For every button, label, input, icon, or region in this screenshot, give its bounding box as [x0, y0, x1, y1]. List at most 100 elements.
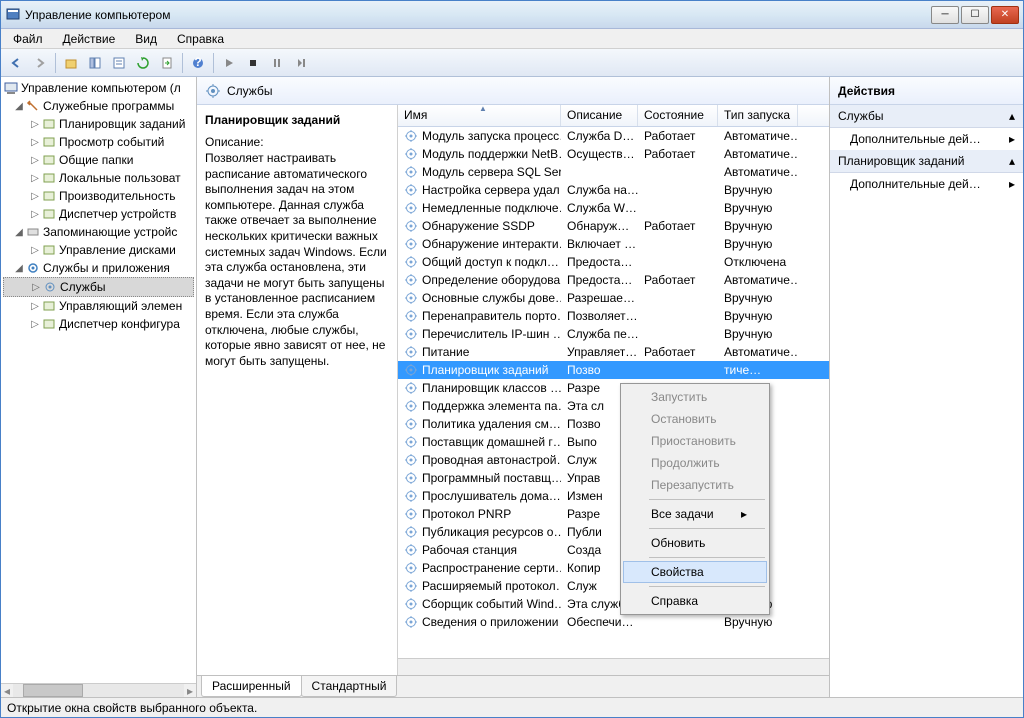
col-state[interactable]: Состояние	[638, 105, 718, 126]
menu-view[interactable]: Вид	[131, 30, 161, 48]
tree-item[interactable]: ▷Службы	[3, 277, 194, 297]
tree-item[interactable]: ▷Общие папки	[3, 151, 194, 169]
expand-icon[interactable]: ▷	[29, 301, 41, 312]
cell-name: Планировщик классов …	[398, 380, 561, 396]
col-description[interactable]: Описание	[561, 105, 638, 126]
tree-item[interactable]: ▷ Диспетчер конфигура	[3, 315, 194, 333]
properties-button[interactable]	[108, 52, 130, 74]
tree-item[interactable]: ▷Просмотр событий	[3, 133, 194, 151]
pause-button[interactable]	[266, 52, 288, 74]
forward-button[interactable]	[29, 52, 51, 74]
cell-startup: тиче…	[718, 362, 798, 378]
menu-help[interactable]: Справка	[173, 30, 228, 48]
restart-button[interactable]	[290, 52, 312, 74]
expand-icon[interactable]: ▷	[29, 119, 41, 130]
refresh-button[interactable]	[132, 52, 154, 74]
main-area: Управление компьютером (л ◢ Служебные пр…	[1, 77, 1023, 697]
service-row[interactable]: Сведения о приложенииОбеспечи…Вручную	[398, 613, 829, 631]
service-row[interactable]: Модуль сервера SQL Ser… Автоматиче…	[398, 163, 829, 181]
expand-icon[interactable]: ▷	[29, 191, 41, 202]
expand-icon[interactable]: ▷	[29, 173, 41, 184]
cell-state: Работает	[638, 272, 718, 288]
collapse-icon[interactable]: ◢	[13, 263, 25, 274]
maximize-button[interactable]: ☐	[961, 6, 989, 24]
tree-group-services[interactable]: ◢ Службы и приложения	[3, 259, 194, 277]
minimize-button[interactable]: ─	[931, 6, 959, 24]
context-item[interactable]: Справка	[623, 590, 767, 612]
context-item[interactable]: Обновить	[623, 532, 767, 554]
collapse-icon[interactable]: ◢	[13, 101, 25, 112]
expand-icon[interactable]: ▷	[29, 319, 41, 330]
tree-group-tools[interactable]: ◢ Служебные программы	[3, 97, 194, 115]
help-button[interactable]: ?	[187, 52, 209, 74]
actions-header: Действия	[830, 77, 1023, 105]
service-row[interactable]: Модуль поддержки NetB…Осуществ…РаботаетА…	[398, 145, 829, 163]
tree-item[interactable]: ▷Планировщик заданий	[3, 115, 194, 133]
service-row[interactable]: Определение оборудова…Предоста…РаботаетА…	[398, 271, 829, 289]
service-row[interactable]: Перечислитель IP-шин …Служба пе…Вручную	[398, 325, 829, 343]
service-row[interactable]: Модуль запуска процесс…Служба D…Работает…	[398, 127, 829, 145]
actions-section-services[interactable]: Службы▴	[830, 105, 1023, 128]
service-row[interactable]: Общий доступ к подкл…Предоста…Отключена	[398, 253, 829, 271]
service-icon	[404, 291, 418, 305]
context-item-label: Свойства	[651, 565, 704, 579]
tree-item[interactable]: ▷ Управление дисками	[3, 241, 194, 259]
service-row[interactable]: ПитаниеУправляет…РаботаетАвтоматиче…	[398, 343, 829, 361]
actions-more-services[interactable]: Дополнительные дей…▸	[830, 128, 1023, 150]
tree-h-scrollbar[interactable]: ◂ ▸	[1, 683, 196, 697]
statusbar: Открытие окна свойств выбранного объекта…	[1, 697, 1023, 717]
expand-icon[interactable]: ▷	[30, 282, 42, 293]
menu-action[interactable]: Действие	[59, 30, 120, 48]
context-separator	[649, 586, 765, 587]
service-row[interactable]: Планировщик заданийПозвотиче…	[398, 361, 829, 379]
play-button[interactable]	[218, 52, 240, 74]
context-item[interactable]: Свойства	[623, 561, 767, 583]
service-row[interactable]: Обнаружение SSDPОбнаруж…РаботаетВручную	[398, 217, 829, 235]
tree-item-label: Управление дисками	[59, 243, 176, 257]
service-icon	[404, 165, 418, 179]
expand-icon[interactable]: ▷	[29, 137, 41, 148]
service-row[interactable]: Обнаружение интеракти…Включает …Вручную	[398, 235, 829, 253]
description-text: Позволяет настраивать расписание автомат…	[205, 151, 389, 369]
cell-startup: Автоматиче…	[718, 164, 798, 180]
cell-name: Определение оборудова…	[398, 272, 561, 288]
back-button[interactable]	[5, 52, 27, 74]
col-name[interactable]: Имя▲	[398, 105, 561, 126]
cell-name: Поставщик домашней г…	[398, 434, 561, 450]
service-row[interactable]: Перенаправитель порто…Позволяет…Вручную	[398, 307, 829, 325]
tree-group-storage[interactable]: ◢ Запоминающие устройс	[3, 223, 194, 241]
item-icon	[42, 279, 58, 295]
expand-icon[interactable]: ▷	[29, 155, 41, 166]
expand-icon[interactable]: ▷	[29, 209, 41, 220]
context-item: Приостановить	[623, 430, 767, 452]
service-icon	[404, 381, 418, 395]
service-row[interactable]: Настройка сервера удал…Служба на…Вручную	[398, 181, 829, 199]
service-row[interactable]: Основные службы дове…Разрешае…Вручную	[398, 289, 829, 307]
tree-item-label: Диспетчер конфигура	[59, 317, 180, 331]
collapse-icon[interactable]: ◢	[13, 227, 25, 238]
tree-item[interactable]: ▷Производительность	[3, 187, 194, 205]
expand-icon[interactable]: ▷	[29, 245, 41, 256]
col-startup[interactable]: Тип запуска	[718, 105, 798, 126]
tab-standard[interactable]: Стандартный	[301, 676, 398, 697]
cell-startup: Автоматиче…	[718, 344, 798, 360]
tree-root[interactable]: Управление компьютером (л	[3, 79, 194, 97]
tree-item[interactable]: ▷Управляющий элемен	[3, 297, 194, 315]
cell-name: Модуль сервера SQL Ser…	[398, 164, 561, 180]
context-item[interactable]: Все задачи▸	[623, 503, 767, 525]
list-h-scrollbar[interactable]	[398, 658, 829, 675]
tab-extended[interactable]: Расширенный	[201, 676, 302, 697]
close-button[interactable]: ✕	[991, 6, 1019, 24]
actions-section-service[interactable]: Планировщик заданий▴	[830, 150, 1023, 173]
stop-button[interactable]	[242, 52, 264, 74]
tree-item[interactable]: ▷Диспетчер устройств	[3, 205, 194, 223]
tree-item[interactable]: ▷Локальные пользоват	[3, 169, 194, 187]
export-button[interactable]	[156, 52, 178, 74]
titlebar[interactable]: Управление компьютером ─ ☐ ✕	[1, 1, 1023, 29]
show-hide-tree-button[interactable]	[84, 52, 106, 74]
actions-more-service[interactable]: Дополнительные дей…▸	[830, 173, 1023, 195]
service-row[interactable]: Немедленные подключе…Служба W…Вручную	[398, 199, 829, 217]
up-button[interactable]	[60, 52, 82, 74]
menu-file[interactable]: Файл	[9, 30, 47, 48]
cell-state: Работает	[638, 128, 718, 144]
